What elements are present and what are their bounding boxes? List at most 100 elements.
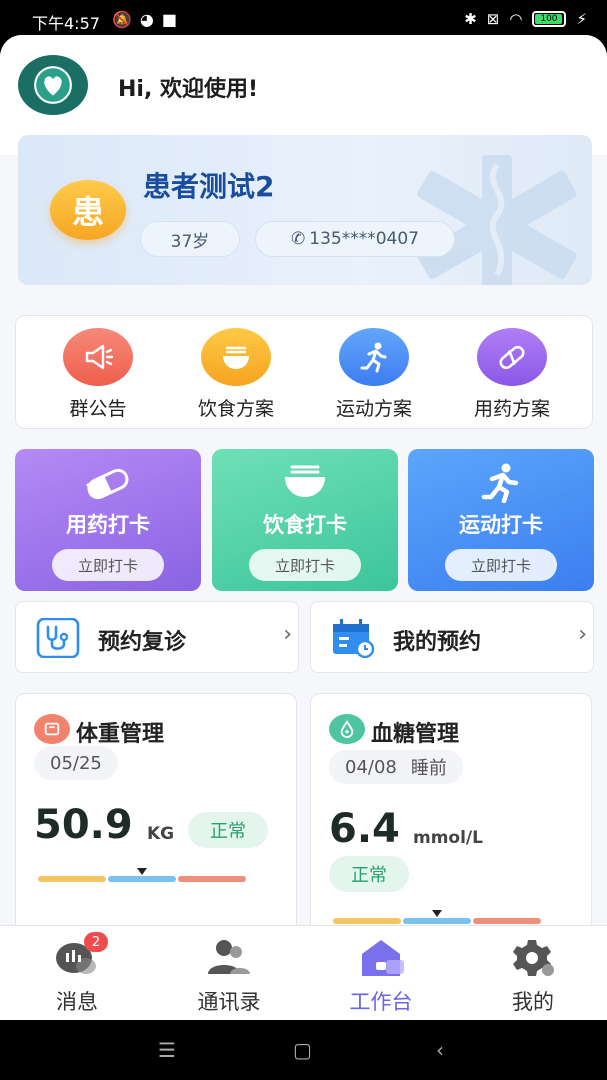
pill-icon: [86, 468, 129, 500]
appointment-label: 我的预约: [393, 630, 482, 655]
tab-label: 工作台: [349, 990, 413, 1014]
range-low: [38, 876, 106, 882]
diet-checkin-card[interactable]: 饮食打卡 立即打卡: [212, 449, 398, 591]
tab-messages[interactable]: 2 消息: [12, 932, 142, 1016]
appointment-label: 预约复诊: [98, 630, 187, 655]
bottom-tab-bar: 2 消息 通讯录 工作台 我的: [0, 925, 607, 1020]
checkin-title: 用药打卡: [66, 513, 150, 537]
scale-icon: [34, 714, 70, 744]
home-button-icon[interactable]: ▢: [293, 1038, 312, 1062]
patient-name: 患者测试2: [143, 170, 275, 203]
sugar-range-bar: [333, 918, 541, 924]
tab-mine[interactable]: 我的: [468, 936, 598, 1016]
stethoscope-icon: [36, 618, 80, 658]
date-text: 04/08: [345, 756, 397, 778]
patient-phone: ✆ 135****0407: [255, 221, 455, 257]
status-badge: 正常: [188, 812, 268, 848]
tab-label: 消息: [56, 990, 98, 1014]
bowl-icon: [201, 328, 271, 386]
menu-label: 用药方案: [473, 398, 550, 420]
calendar-icon: [333, 619, 375, 658]
menu-label: 群公告: [69, 398, 127, 420]
phone-icon: ✆: [291, 229, 306, 249]
mute-icon: 🔕: [112, 10, 132, 29]
tab-contacts[interactable]: 通讯录: [164, 936, 294, 1016]
weight-range-bar: [38, 876, 246, 882]
sim-off-icon: ⊠: [486, 10, 500, 28]
checkin-title: 运动打卡: [459, 513, 543, 537]
menu-announcement[interactable]: 群公告: [28, 328, 168, 421]
heart-logo-icon: [34, 66, 72, 104]
tab-label: 我的: [512, 990, 554, 1014]
charging-icon: ⚡: [576, 10, 587, 28]
my-appointments-button[interactable]: 我的预约 ›: [310, 601, 594, 673]
running-icon: [481, 463, 519, 503]
menu-exercise-plan[interactable]: 运动方案: [304, 328, 444, 421]
pill-icon: [477, 328, 547, 386]
age-text: 37岁: [170, 231, 210, 252]
chevron-right-icon: ›: [578, 622, 587, 647]
phone-text: 135****0407: [309, 229, 419, 249]
gear-icon: [508, 936, 558, 980]
app-screen: Hi, 欢迎使用! 患 患者测试2 37岁 ✆ 135****0407 群公告: [0, 35, 607, 1020]
period-text: 睡前: [410, 758, 447, 779]
hospital-logo: [18, 55, 88, 115]
status-bar: 下午4:57 🔕 ◕ ■ ✱ ⊠ ◠ 100 ⚡: [0, 0, 607, 40]
checkin-title: 饮食打卡: [263, 513, 347, 537]
range-indicator: [432, 910, 442, 917]
battery-icon: 100: [532, 11, 567, 27]
status-right-icons: ✱ ⊠ ◠ 100 ⚡: [464, 10, 587, 28]
range-indicator: [137, 868, 147, 875]
range-low: [333, 918, 401, 924]
menu-label: 饮食方案: [197, 398, 274, 420]
menu-icon[interactable]: ☰: [158, 1038, 176, 1062]
status-time: 下午4:57: [32, 14, 100, 33]
followup-appointment-button[interactable]: 预约复诊 ›: [15, 601, 299, 673]
tab-label: 通讯录: [197, 990, 261, 1014]
home-icon: [356, 936, 406, 980]
measure-date: 05/25: [34, 746, 118, 780]
checkin-now-button[interactable]: 立即打卡: [249, 549, 361, 581]
blood-sugar-management-card[interactable]: 血糖管理 04/08 睡前 6.4 mmol/L 正常: [310, 693, 592, 953]
range-high: [178, 876, 246, 882]
menu-diet-plan[interactable]: 饮食方案: [166, 328, 306, 421]
battery-level: 100: [535, 14, 563, 24]
date-text: 05/25: [50, 752, 102, 774]
range-high: [473, 918, 541, 924]
medical-watermark-icon: [417, 155, 577, 285]
card-title: 体重管理: [76, 722, 165, 747]
patient-age: 37岁: [140, 221, 240, 257]
weight-unit: KG: [147, 824, 175, 844]
contacts-icon: [204, 936, 254, 980]
checkin-now-button[interactable]: 立即打卡: [445, 549, 557, 581]
blood-drop-icon: [329, 714, 365, 744]
exercise-checkin-card[interactable]: 运动打卡 立即打卡: [408, 449, 594, 591]
app-notification-icon: ◕: [139, 10, 154, 29]
weight-management-card[interactable]: 体重管理 05/25 50.9 KG 正常: [15, 693, 297, 953]
sugar-value: 6.4: [329, 806, 400, 852]
measure-date: 04/08 睡前: [329, 750, 463, 784]
wifi-icon: ◠: [509, 10, 523, 28]
weight-value: 50.9: [34, 802, 133, 848]
medication-checkin-card[interactable]: 用药打卡 立即打卡: [15, 449, 201, 591]
running-icon: [339, 328, 409, 386]
bowl-icon: [285, 465, 325, 497]
tab-workbench[interactable]: 工作台: [316, 936, 446, 1016]
patient-avatar: 患: [50, 180, 126, 240]
checkin-now-button[interactable]: 立即打卡: [52, 549, 164, 581]
range-normal: [403, 918, 471, 924]
chevron-right-icon: ›: [283, 622, 292, 647]
back-icon[interactable]: ‹: [436, 1038, 444, 1062]
menu-medication-plan[interactable]: 用药方案: [442, 328, 582, 421]
square-notification-icon: ■: [161, 10, 178, 29]
status-left-icons: 🔕 ◕ ■: [112, 10, 177, 29]
quick-menu: 群公告 饮食方案 运动方案 用药方案: [15, 315, 593, 429]
status-badge: 正常: [329, 856, 409, 892]
sugar-unit: mmol/L: [413, 828, 483, 848]
bluetooth-icon: ✱: [464, 10, 477, 28]
system-nav-bar: ☰ ▢ ‹: [0, 1020, 607, 1080]
megaphone-icon: [63, 328, 133, 386]
card-title: 血糖管理: [371, 722, 460, 747]
range-normal: [108, 876, 176, 882]
patient-profile-card[interactable]: 患 患者测试2 37岁 ✆ 135****0407: [18, 135, 592, 285]
